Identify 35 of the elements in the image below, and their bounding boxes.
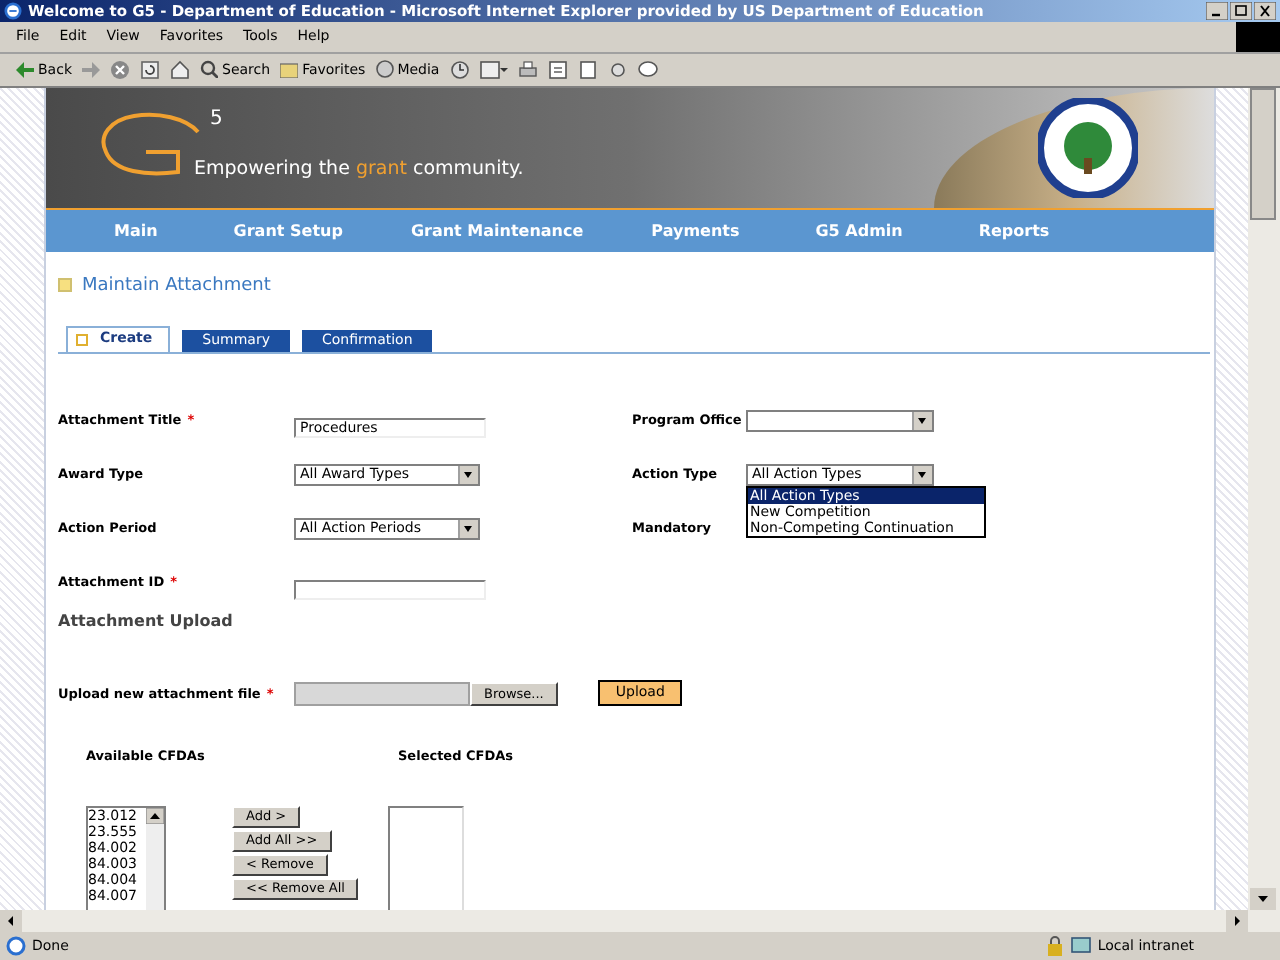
seal-icon [1038, 97, 1138, 198]
tab-icon [76, 333, 88, 346]
file-path-field[interactable] [294, 681, 470, 706]
browser-logo-icon [4, 1, 22, 20]
tagline: Empowering the grant community. [194, 158, 524, 181]
logo-superscript: 5 [210, 107, 223, 130]
stop-icon[interactable] [110, 59, 130, 80]
select-field[interactable] [746, 409, 934, 432]
horizontal-scrollbar[interactable] [0, 910, 1280, 933]
scrollbar[interactable] [146, 807, 164, 911]
scroll-right-button[interactable] [1226, 910, 1248, 933]
history-icon[interactable] [449, 59, 470, 80]
home-icon[interactable] [170, 59, 190, 80]
scroll-up-button[interactable] [146, 807, 164, 824]
vertical-scrollbar[interactable] [1248, 87, 1280, 911]
lock-icon [1045, 936, 1064, 957]
refresh-icon[interactable] [140, 59, 160, 80]
scroll-thumb[interactable] [1250, 87, 1276, 220]
page-heading: Maintain Attachment [82, 275, 271, 296]
print-icon[interactable] [517, 59, 538, 80]
search-icon [200, 60, 218, 79]
bullet-icon [58, 278, 72, 293]
scroll-left-button[interactable] [0, 910, 22, 933]
document-icon[interactable] [577, 59, 598, 80]
maximize-button[interactable] [1230, 1, 1252, 20]
back-arrow-icon [16, 61, 34, 78]
page-icon [6, 936, 26, 957]
folder-icon [280, 61, 299, 78]
minimize-button[interactable] [1206, 1, 1228, 20]
network-icon [1069, 936, 1092, 957]
text-field[interactable] [294, 579, 486, 600]
scroll-down-button[interactable] [1250, 888, 1276, 911]
close-button[interactable] [1254, 1, 1276, 20]
edit-icon[interactable] [547, 59, 568, 80]
section-heading: Attachment Upload [58, 611, 235, 630]
